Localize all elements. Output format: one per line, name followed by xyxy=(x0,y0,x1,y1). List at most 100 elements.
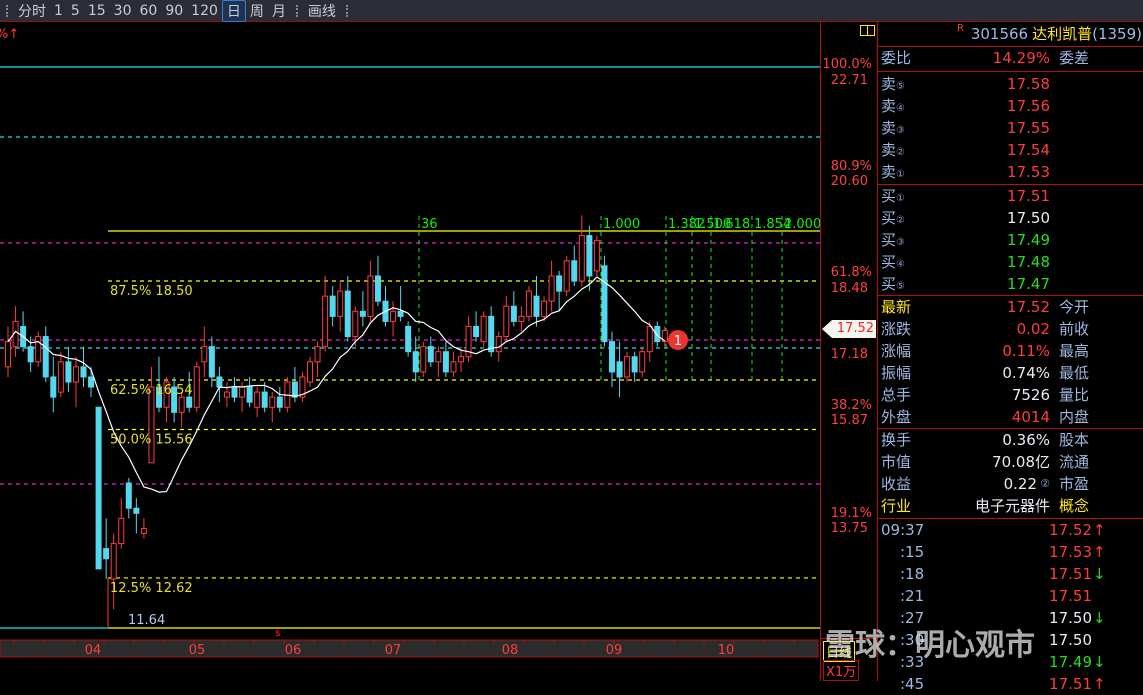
stock-title[interactable]: 301566 达利凯普(1359) xyxy=(971,23,1142,45)
quote-panel: R 301566 达利凯普(1359) 委比 14.29% 委差 卖⑤ 17.58 卖④ 17.5… xyxy=(877,22,1143,693)
period-tab-5[interactable]: 60 xyxy=(136,3,162,19)
candle xyxy=(5,326,11,377)
axis-percent: 38.2% xyxy=(830,398,872,413)
tick-row: :45 17.51 ↑ xyxy=(878,673,1143,695)
candle-body xyxy=(72,366,79,383)
candle xyxy=(510,291,517,327)
axis-price: 17.18 xyxy=(830,347,868,362)
stat-label: 总手 xyxy=(881,386,912,404)
candle xyxy=(254,387,261,418)
level-number: ③ xyxy=(896,125,905,136)
candle-body xyxy=(473,325,480,338)
sells-row: 卖④ 17.56 xyxy=(878,95,1143,117)
candle xyxy=(269,392,276,423)
event-badge-label: 1 xyxy=(674,334,682,349)
candle xyxy=(525,286,532,322)
candle-body xyxy=(57,361,64,393)
stat-label: 振幅 xyxy=(881,364,912,382)
tick-time: :21 xyxy=(900,587,925,605)
candle xyxy=(359,291,366,327)
event-badge[interactable]: 1 xyxy=(668,330,688,350)
candle xyxy=(42,326,49,382)
toolbar-separator xyxy=(295,4,298,17)
axis-percent: 61.8% xyxy=(830,265,872,280)
candle-body xyxy=(548,275,555,302)
candle-body xyxy=(412,351,419,373)
period-tab-4[interactable]: 30 xyxy=(110,3,136,19)
fib-level-label: 50.0% 15.56 xyxy=(110,432,193,447)
candle xyxy=(593,235,600,276)
candle xyxy=(50,356,57,413)
candle xyxy=(473,311,480,342)
period-tab-1[interactable]: 1 xyxy=(50,3,67,19)
stat-label-right: 概念 xyxy=(1059,497,1090,515)
eps-quarter-badge: ② xyxy=(1040,477,1050,490)
time-axis[interactable] xyxy=(0,639,819,658)
candle-body xyxy=(322,295,329,348)
stat-label: 外盘 xyxy=(881,408,912,426)
level-number: ④ xyxy=(896,259,905,270)
candle-body xyxy=(329,295,336,317)
stat-label-right: 最低 xyxy=(1059,364,1090,382)
level-number: ② xyxy=(896,147,905,158)
level-number: ⑤ xyxy=(896,281,905,292)
candle xyxy=(223,382,230,408)
candle-body xyxy=(95,406,102,570)
axis-price: 20.60 xyxy=(830,174,868,189)
stat-label: 最新 xyxy=(881,298,912,316)
period-tab-6[interactable]: 90 xyxy=(161,3,187,19)
period-tab-2[interactable]: 5 xyxy=(67,3,84,19)
sells-row: 卖① 17.53 xyxy=(878,161,1143,183)
candle-body xyxy=(208,346,215,378)
period-tab-0[interactable]: 分时 xyxy=(14,1,50,21)
candle-body xyxy=(556,275,563,292)
layout-toggle-icon[interactable] xyxy=(860,25,875,36)
tick-price: 17.49 xyxy=(1049,653,1092,671)
order-price: 17.49 xyxy=(1007,231,1050,249)
candle-body xyxy=(609,341,615,373)
stat-label: 市值 xyxy=(881,453,912,471)
candle-body xyxy=(563,260,570,292)
axis-percent: 100.0% xyxy=(822,57,872,72)
tick-arrow: ↓ xyxy=(1093,565,1106,583)
candle-body xyxy=(133,507,140,514)
stat-row: 最新 17.52 今开 xyxy=(878,296,1143,318)
period-tab-9[interactable]: 周 xyxy=(246,1,268,21)
time-fib-label: 1.618 xyxy=(713,217,750,232)
candle xyxy=(661,326,668,347)
axis-price: 18.48 xyxy=(830,281,868,296)
draw-lines-button[interactable]: 画线 xyxy=(304,1,340,21)
candle-body xyxy=(42,336,49,378)
candle xyxy=(518,306,525,332)
order-price: 17.55 xyxy=(1007,119,1050,137)
candle-body xyxy=(148,386,155,464)
candle-body xyxy=(88,376,95,388)
tick-row: :21 17.51 xyxy=(878,585,1143,607)
candle-body xyxy=(110,543,117,580)
candle xyxy=(103,518,110,579)
stat-row: 行业 电子元器件 概念 xyxy=(878,495,1143,517)
candle-body xyxy=(571,260,578,282)
order-price: 17.50 xyxy=(1007,209,1050,227)
month-label: 04 xyxy=(85,643,102,658)
level-number: ⑤ xyxy=(896,81,905,92)
period-tab-10[interactable]: 月 xyxy=(268,1,290,21)
month-label: 06 xyxy=(285,643,302,658)
period-tab-8[interactable]: 日 xyxy=(221,0,246,22)
axis-price: 22.71 xyxy=(830,73,868,88)
candle-body xyxy=(103,548,110,560)
candle-body xyxy=(216,376,223,388)
candle xyxy=(616,341,623,398)
candle-body xyxy=(5,341,11,368)
candle-body xyxy=(239,386,246,398)
kline-chart[interactable]: 36 1.000 1.3821.5001.618 1.8542.00087.5% 18… xyxy=(0,22,820,662)
stat-label-right: 内盘 xyxy=(1059,408,1090,426)
period-tab-3[interactable]: 15 xyxy=(84,3,110,19)
event-marker[interactable]: $ xyxy=(275,629,281,639)
candle xyxy=(412,336,419,382)
candle-body xyxy=(201,346,208,363)
period-toolbar: 分时 1 5 15 30 60 90 120 日周月画线 xyxy=(0,0,1143,22)
tick-time: :18 xyxy=(900,565,925,583)
candle xyxy=(80,346,87,388)
period-tab-7[interactable]: 120 xyxy=(187,3,222,19)
